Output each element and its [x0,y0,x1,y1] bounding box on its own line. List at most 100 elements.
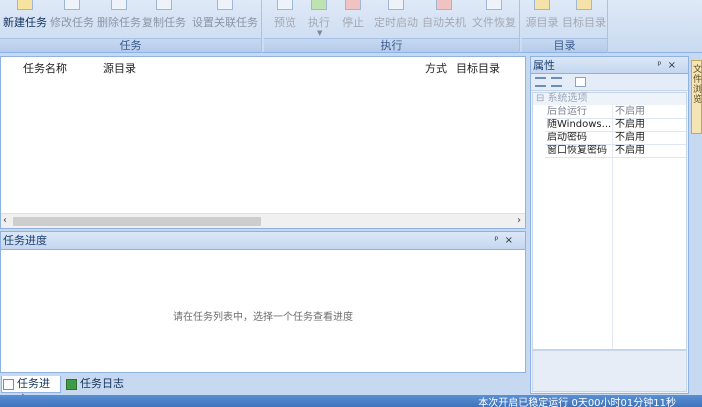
property-row[interactable]: 随Windows... 不启用 [545,119,686,132]
side-tab-label: 文件浏览 [693,65,702,105]
categorized-icon[interactable] [535,77,546,87]
tab-task-log-label: 任务日志 [80,377,124,390]
target-dir-button[interactable]: 目标目录 [561,0,607,38]
property-value[interactable]: 不启用 [615,106,645,118]
ribbon-group-dir-title: 目录 [522,38,607,52]
property-pages-icon[interactable] [575,77,586,87]
delete-task-icon [111,0,127,10]
ribbon-group-run-title: 执行 [264,38,519,52]
link-task-label: 设置关联任务 [192,16,258,29]
scroll-right-icon[interactable]: › [517,215,521,226]
property-grid-column-line [612,105,613,349]
scheduled-start-button[interactable]: 定时启动 [372,0,420,38]
tab-task-progress[interactable]: 任务进度 [1,376,61,406]
progress-panel-header: 任务进度 ᵖ× [1,232,525,250]
run-button[interactable]: 执行 ▼ [302,0,336,38]
property-key: 随Windows... [547,119,611,130]
property-value[interactable]: 不启用 [615,145,645,157]
restore-icon [486,0,502,10]
task-list[interactable]: 任务名称 源目录 方式 目标目录 ‹ › [0,56,526,229]
new-task-label: 新建任务 [3,16,47,29]
pane-buttons: ᵖ× [494,232,519,250]
column-header-mode[interactable]: 方式 [425,60,447,76]
preview-button[interactable]: 预览 [268,0,302,38]
delete-task-button[interactable]: 删除任务 [96,0,142,38]
property-category[interactable]: ⊟ 系统选项 [533,93,686,105]
ribbon-group-task: 新建任务 修改任务 删除任务 复制任务 设置关联任务 任务 [0,0,262,53]
progress-panel-title: 任务进度 [3,234,47,247]
property-value[interactable]: 不启用 [615,119,645,131]
progress-tab-icon [3,379,14,390]
scroll-left-icon[interactable]: ‹ [3,215,7,226]
tab-task-log[interactable]: 任务日志 [65,376,127,393]
folder-icon [576,0,592,10]
source-dir-button[interactable]: 源目录 [524,0,560,38]
pin-icon[interactable]: ᵖ [657,60,667,71]
auto-shutdown-button[interactable]: 自动关机 [420,0,468,38]
column-header-target-dir[interactable]: 目标目录 [456,60,500,76]
property-category-label: 系统选项 [547,93,588,104]
edit-task-label: 修改任务 [50,16,94,29]
preview-label: 预览 [274,16,296,29]
property-key: 窗口恢复密码 [547,145,607,156]
copy-task-icon [156,0,172,10]
source-dir-label: 源目录 [525,16,559,29]
horizontal-scrollbar[interactable]: ‹ › [1,213,525,228]
ribbon-group-task-title: 任务 [0,38,261,52]
progress-empty-message: 请在任务列表中，选择一个任务查看进度 [173,312,353,323]
preview-icon [277,0,293,10]
ribbon: 新建任务 修改任务 删除任务 复制任务 设置关联任务 任务 预览 执行 ▼ 停止… [0,0,702,53]
status-text: 本次开启已稳定运行 0天00小时01分钟11秒 [478,398,676,407]
properties-header: 属性 ᵖ× [531,57,688,74]
close-icon[interactable]: × [505,235,519,246]
new-task-button[interactable]: 新建任务 [2,0,48,38]
property-row[interactable]: 窗口恢复密码 不启用 [545,145,686,158]
run-label: 执行 [308,16,330,29]
chevron-down-icon: ▼ [317,29,323,37]
property-key: 启动密码 [547,132,587,143]
copy-task-label: 复制任务 [142,16,186,29]
properties-panel: 属性 ᵖ× ⊟ 系统选项 后台运行 不启用 随Windows... 不启用 启动… [530,56,689,394]
properties-pane-buttons: ᵖ× [657,57,682,74]
property-value[interactable]: 不启用 [615,132,645,144]
bottom-tab-strip: 任务进度 任务日志 [0,374,526,406]
status-bar: 本次开启已稳定运行 0天00小时01分钟11秒 [0,395,702,407]
link-task-icon [217,0,233,10]
edit-task-button[interactable]: 修改任务 [49,0,95,38]
log-tab-icon [66,379,77,390]
scrollbar-thumb[interactable] [13,217,261,226]
stop-button[interactable]: 停止 [336,0,370,38]
new-task-icon [17,0,33,10]
file-restore-label: 文件恢复 [472,16,516,29]
stop-icon [345,0,361,10]
auto-shutdown-label: 自动关机 [422,16,466,29]
alphabetical-icon[interactable] [551,77,562,87]
pin-icon[interactable]: ᵖ [494,235,504,246]
play-icon [311,0,327,10]
copy-task-button[interactable]: 复制任务 [141,0,187,38]
folder-icon [534,0,550,10]
link-task-button[interactable]: 设置关联任务 [190,0,260,38]
property-description-area [532,350,687,392]
column-header-task-name[interactable]: 任务名称 [23,60,67,76]
progress-panel: 任务进度 ᵖ× 请在任务列表中，选择一个任务查看进度 [0,231,526,373]
properties-toolbar [531,74,688,91]
scheduled-start-label: 定时启动 [374,16,418,29]
property-row[interactable]: 启动密码 不启用 [545,132,686,145]
property-grid: ⊟ 系统选项 后台运行 不启用 随Windows... 不启用 启动密码 不启用… [532,92,687,350]
target-dir-label: 目标目录 [562,16,606,29]
ribbon-group-run: 预览 执行 ▼ 停止 定时启动 自动关机 文件恢复 执行 [264,0,520,53]
ribbon-group-dir: 源目录 目标目录 目录 [522,0,608,53]
delete-task-label: 删除任务 [97,16,141,29]
clock-icon [388,0,404,10]
side-tab-file-browser[interactable]: 文件浏览 [691,60,702,134]
property-key: 后台运行 [547,106,587,117]
close-icon[interactable]: × [668,60,682,71]
file-restore-button[interactable]: 文件恢复 [470,0,518,38]
properties-title: 属性 [533,59,555,72]
stop-label: 停止 [342,16,364,29]
property-row[interactable]: 后台运行 不启用 [545,106,686,119]
power-icon [436,0,452,10]
column-header-source-dir[interactable]: 源目录 [103,60,136,76]
edit-task-icon [64,0,80,10]
